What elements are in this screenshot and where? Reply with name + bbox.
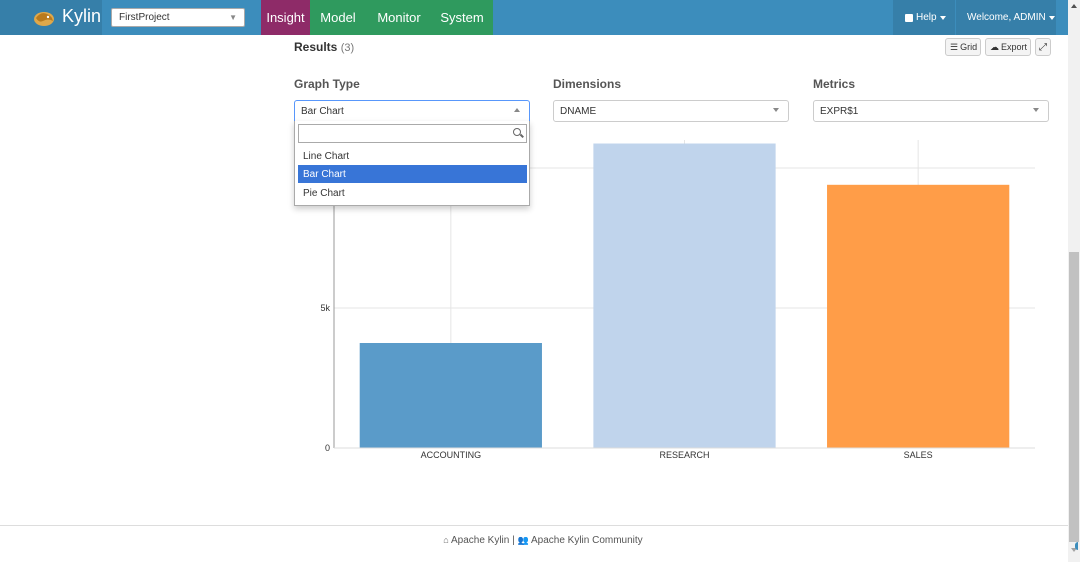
x-tick-label: ACCOUNTING [421, 450, 482, 460]
graph-type-dropdown: Line Chart Bar Chart Pie Chart [294, 121, 530, 206]
dropdown-search-input[interactable] [298, 124, 527, 143]
y-tick-label: 0 [325, 443, 330, 453]
home-icon: ⌂ [443, 535, 449, 545]
search-icon [513, 128, 521, 136]
x-tick-label: RESEARCH [659, 450, 709, 460]
dropdown-option-pie-chart[interactable]: Pie Chart [298, 184, 527, 202]
dropdown-option-line-chart[interactable]: Line Chart [298, 147, 527, 165]
bar-accounting [359, 343, 542, 448]
bar-research [593, 143, 776, 448]
scroll-up-arrow-icon[interactable] [1071, 4, 1077, 8]
footer-link-kylin[interactable]: Apache Kylin [451, 535, 509, 546]
bar-chart: 0 5k ACCOUNTING RESEARCH SALES [320, 140, 1035, 460]
footer-divider [0, 525, 1068, 526]
bar-sales [827, 184, 1010, 449]
users-icon: 👥 [517, 535, 529, 545]
footer-separator: | [512, 535, 515, 546]
scrollbar-thumb[interactable] [1069, 252, 1079, 542]
x-tick-label: SALES [904, 450, 933, 460]
footer: ⌂ Apache Kylin | 👥 Apache Kylin Communit… [0, 535, 1080, 546]
footer-link-community[interactable]: Apache Kylin Community [531, 535, 643, 546]
dropdown-option-bar-chart[interactable]: Bar Chart [298, 165, 527, 183]
y-tick-label: 5k [320, 303, 330, 313]
